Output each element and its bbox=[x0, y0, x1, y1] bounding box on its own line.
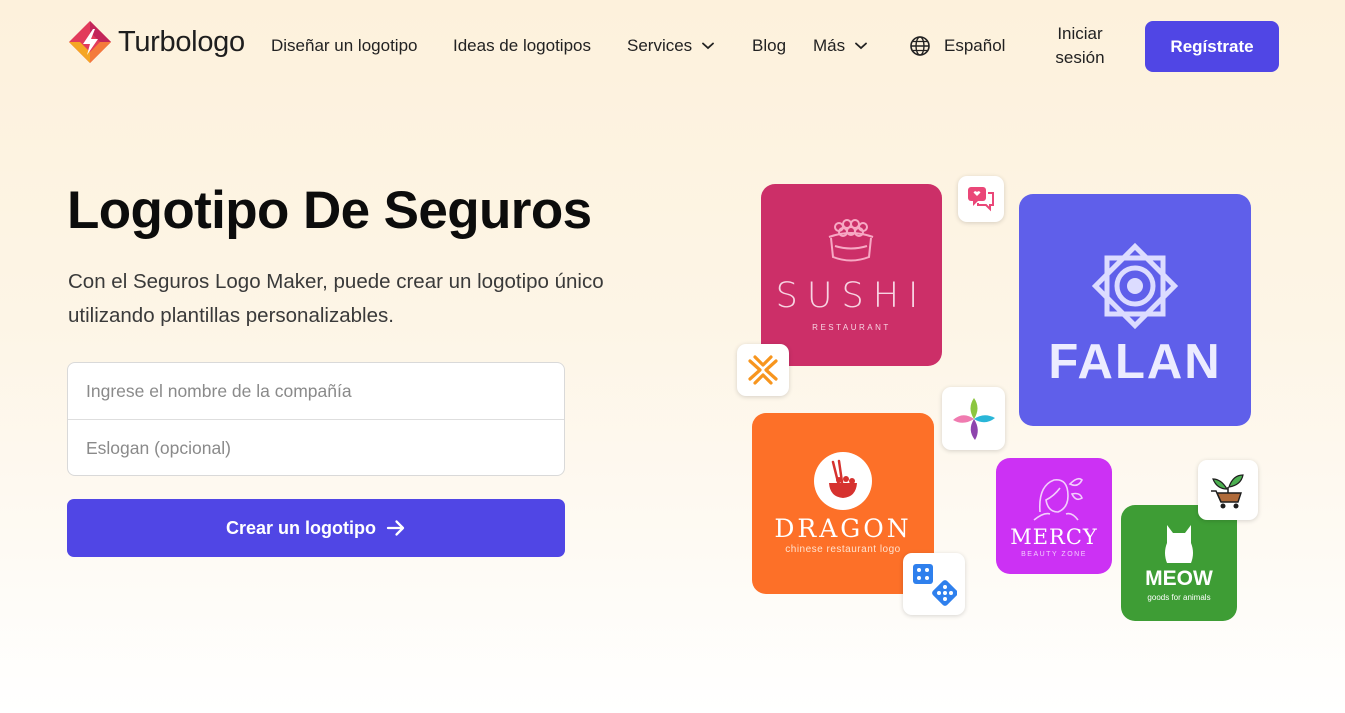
language-selector[interactable]: Español bbox=[909, 35, 1005, 57]
dice-tile[interactable] bbox=[903, 553, 965, 615]
mercy-logo-card[interactable]: MERCY BEAUTY ZONE bbox=[996, 458, 1112, 574]
slogan-input[interactable] bbox=[68, 420, 564, 475]
sushi-tagline: RESTAURANT bbox=[812, 323, 891, 332]
nav-logo-ideas[interactable]: Ideas de logotipos bbox=[453, 36, 591, 56]
brand-logo[interactable]: Turbologo bbox=[68, 20, 245, 64]
arrows-x-tile[interactable] bbox=[737, 344, 789, 396]
falan-logo-card[interactable]: FALAN bbox=[1019, 194, 1251, 426]
nav-services-label: Services bbox=[627, 36, 693, 55]
sushi-bowl-icon bbox=[828, 219, 874, 262]
petal-flower-tile[interactable] bbox=[942, 387, 1005, 450]
nav-more-label: Más bbox=[813, 36, 846, 55]
nav-more[interactable]: Más bbox=[813, 36, 868, 56]
globe-icon bbox=[910, 36, 930, 56]
petal-flower-icon bbox=[952, 397, 995, 440]
chevron-down-icon bbox=[855, 42, 868, 50]
logo-form bbox=[67, 362, 565, 476]
brand-name: Turbologo bbox=[118, 25, 245, 58]
star-ornament-icon bbox=[1091, 242, 1179, 330]
chat-heart-tile[interactable] bbox=[958, 176, 1004, 222]
language-label: Español bbox=[944, 36, 1006, 55]
page-subtitle: Con el Seguros Logo Maker, puede crear u… bbox=[68, 270, 604, 327]
brand-logo-icon bbox=[69, 21, 111, 63]
nav-services[interactable]: Services bbox=[627, 36, 715, 56]
sushi-logo-card[interactable]: SUSHI RESTAURANT bbox=[761, 184, 942, 366]
arrows-x-icon bbox=[748, 355, 778, 385]
plant-cart-icon bbox=[1211, 474, 1244, 509]
noodle-bowl-icon bbox=[814, 452, 872, 510]
site-header: Turbologo Diseñar un logotipo Ideas de l… bbox=[0, 0, 1345, 92]
plant-cart-tile[interactable] bbox=[1198, 460, 1258, 520]
mercy-name: MERCY bbox=[1010, 525, 1098, 549]
nav-logo-ideas-label: Ideas de logotipos bbox=[453, 36, 591, 55]
nav-blog-label: Blog bbox=[752, 36, 787, 55]
register-button[interactable]: Regístrate bbox=[1145, 21, 1279, 72]
arrow-right-icon bbox=[386, 520, 405, 536]
page-title: Logotipo De Seguros bbox=[67, 181, 592, 240]
meow-name: MEOW bbox=[1145, 567, 1213, 590]
meow-tagline: goods for animals bbox=[1147, 593, 1211, 602]
woman-face-icon bbox=[1033, 477, 1083, 521]
login-link[interactable]: Iniciar sesión bbox=[1040, 22, 1120, 70]
dragon-name: DRAGON bbox=[774, 514, 912, 543]
chat-heart-icon bbox=[968, 187, 994, 212]
nav-design-logo-label: Diseñar un logotipo bbox=[271, 36, 418, 55]
dice-icon bbox=[913, 564, 957, 606]
chevron-down-icon bbox=[702, 42, 715, 50]
create-logo-button[interactable]: Crear un logotipo bbox=[67, 499, 565, 557]
create-logo-label: Crear un logotipo bbox=[226, 517, 376, 538]
company-name-input[interactable] bbox=[68, 363, 564, 419]
meow-logo-card[interactable]: MEOW goods for animals bbox=[1121, 505, 1237, 621]
mercy-tagline: BEAUTY ZONE bbox=[1021, 551, 1087, 558]
nav-blog[interactable]: Blog bbox=[752, 36, 786, 56]
login-label-line2: sesión bbox=[1055, 48, 1105, 67]
sushi-name: SUSHI bbox=[775, 276, 928, 316]
falan-name: FALAN bbox=[1048, 335, 1222, 389]
cat-icon bbox=[1165, 525, 1193, 563]
login-label-line1: Iniciar bbox=[1057, 24, 1103, 43]
nav-design-logo[interactable]: Diseñar un logotipo bbox=[271, 36, 417, 56]
